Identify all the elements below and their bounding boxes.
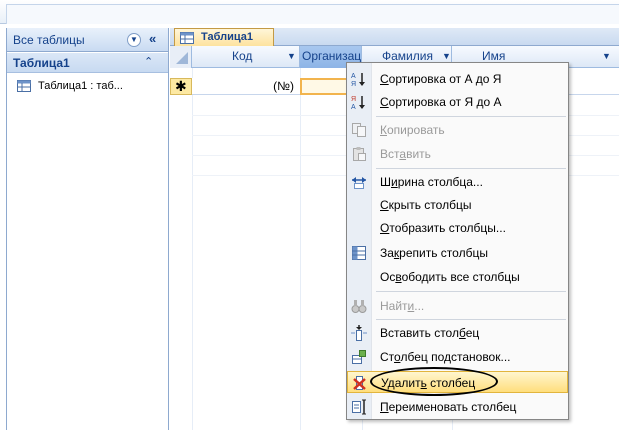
menu-item-paste[interactable]: Вставить (347, 143, 568, 165)
binoculars-icon (351, 298, 367, 314)
column-header-label: Имя (482, 49, 506, 63)
grid-line (300, 68, 301, 430)
ribbon-edge (0, 0, 619, 24)
menu-item-column-width[interactable]: Ширина столбца... (347, 171, 568, 193)
document-tab-bar: Таблица1 (170, 28, 619, 47)
menu-item-copy[interactable]: Копировать (347, 119, 568, 141)
menu-item-unfreeze-all[interactable]: Освободить все столбцы (347, 266, 568, 288)
menu-item-sort-desc[interactable]: ЯА Сортировка от Я до А (347, 91, 568, 113)
insert-column-icon (351, 325, 367, 341)
lookup-column-icon (351, 349, 367, 365)
column-header-id[interactable]: Код ▼ (192, 46, 300, 68)
menu-separator (376, 319, 566, 320)
sort-desc-icon: ЯА (351, 94, 367, 111)
nav-pane-header[interactable]: Все таблицы ▼ « (7, 28, 168, 52)
sort-asc-icon: АЯ (351, 71, 367, 88)
rename-column-icon (351, 399, 367, 415)
ribbon-edge-inner (6, 4, 619, 24)
new-record-icon: ✱ (175, 78, 187, 94)
nav-group-header[interactable]: Таблица1 ⌃ (7, 53, 168, 73)
menu-item-label: Ширина столбца... (380, 175, 483, 189)
nav-item-table1[interactable]: Таблица1 : таб... (11, 78, 166, 96)
column-context-menu: АЯ Сортировка от А до Я ЯА Сортировка от… (346, 62, 569, 420)
menu-separator (376, 168, 566, 169)
nav-dropdown-icon[interactable]: ▼ (127, 33, 141, 47)
chevron-down-icon[interactable]: ▼ (287, 51, 296, 61)
grid-line (192, 68, 193, 430)
menu-item-label: Переименовать столбец (380, 400, 517, 414)
column-width-icon (351, 174, 367, 190)
menu-item-unhide-columns[interactable]: Отобразить столбцы... (347, 217, 568, 239)
highlight-circle (370, 367, 498, 396)
menu-item-label: Сортировка от А до Я (380, 72, 502, 86)
svg-text:А: А (351, 73, 356, 80)
menu-item-insert-column[interactable]: Вставить столбец (347, 322, 568, 344)
nav-item-label: Таблица1 : таб... (38, 80, 123, 92)
nav-group-label: Таблица1 (13, 56, 70, 70)
paste-icon (351, 146, 367, 162)
menu-separator (376, 116, 566, 117)
column-header-label: Организаци (302, 49, 362, 63)
table-icon (17, 80, 31, 95)
menu-separator (376, 291, 566, 292)
column-header-label: Код (232, 49, 253, 63)
menu-item-label: Закрепить столбцы (380, 246, 488, 260)
delete-column-icon (352, 375, 368, 391)
chevron-down-icon[interactable]: ▼ (442, 51, 451, 61)
autonumber-placeholder: (№) (273, 79, 294, 93)
navigation-pane: Все таблицы ▼ « Таблица1 ⌃ Таблица1 : та… (6, 28, 169, 430)
menu-item-delete-column[interactable]: Удалить столбец (347, 367, 568, 396)
cell-id[interactable]: (№) (192, 78, 300, 95)
menu-item-label: Вставить (380, 147, 431, 161)
svg-text:Я: Я (351, 81, 356, 87)
menu-item-lookup-column[interactable]: Столбец подстановок... (347, 346, 568, 368)
menu-item-label: Отобразить столбцы... (380, 221, 506, 235)
menu-item-label: Сортировка от Я до А (380, 95, 502, 109)
svg-text:А: А (351, 104, 356, 110)
copy-icon (351, 122, 367, 138)
document-tab-label: Таблица1 (201, 31, 253, 43)
select-all-button[interactable] (170, 46, 192, 68)
menu-item-label: Копировать (380, 123, 445, 137)
svg-text:Я: Я (351, 96, 356, 103)
menu-item-freeze-columns[interactable]: Закрепить столбцы (347, 242, 568, 264)
nav-pane-title: Все таблицы (13, 33, 85, 47)
menu-item-sort-asc[interactable]: АЯ Сортировка от А до Я (347, 68, 568, 90)
menu-item-label: Освободить все столбцы (380, 270, 520, 284)
collapse-group-icon[interactable]: ⌃ (144, 55, 153, 68)
column-header-label: Фамилия (382, 49, 433, 63)
menu-item-label: Найти... (380, 299, 425, 313)
table-icon (180, 32, 194, 47)
menu-item-find[interactable]: Найти... (347, 295, 568, 317)
menu-item-label: Столбец подстановок... (380, 350, 511, 364)
collapse-pane-icon[interactable]: « (149, 31, 156, 46)
menu-item-rename-column[interactable]: Переименовать столбец (347, 396, 568, 418)
menu-item-label: Вставить столбец (380, 326, 480, 340)
freeze-columns-icon (351, 245, 367, 261)
menu-item-label: Скрыть столбцы (380, 198, 472, 212)
menu-item-hide-columns[interactable]: Скрыть столбцы (347, 194, 568, 216)
record-selector[interactable]: ✱ (170, 78, 192, 95)
document-tab[interactable]: Таблица1 (174, 28, 274, 47)
select-all-icon (176, 52, 188, 64)
chevron-down-icon[interactable]: ▼ (602, 51, 611, 61)
